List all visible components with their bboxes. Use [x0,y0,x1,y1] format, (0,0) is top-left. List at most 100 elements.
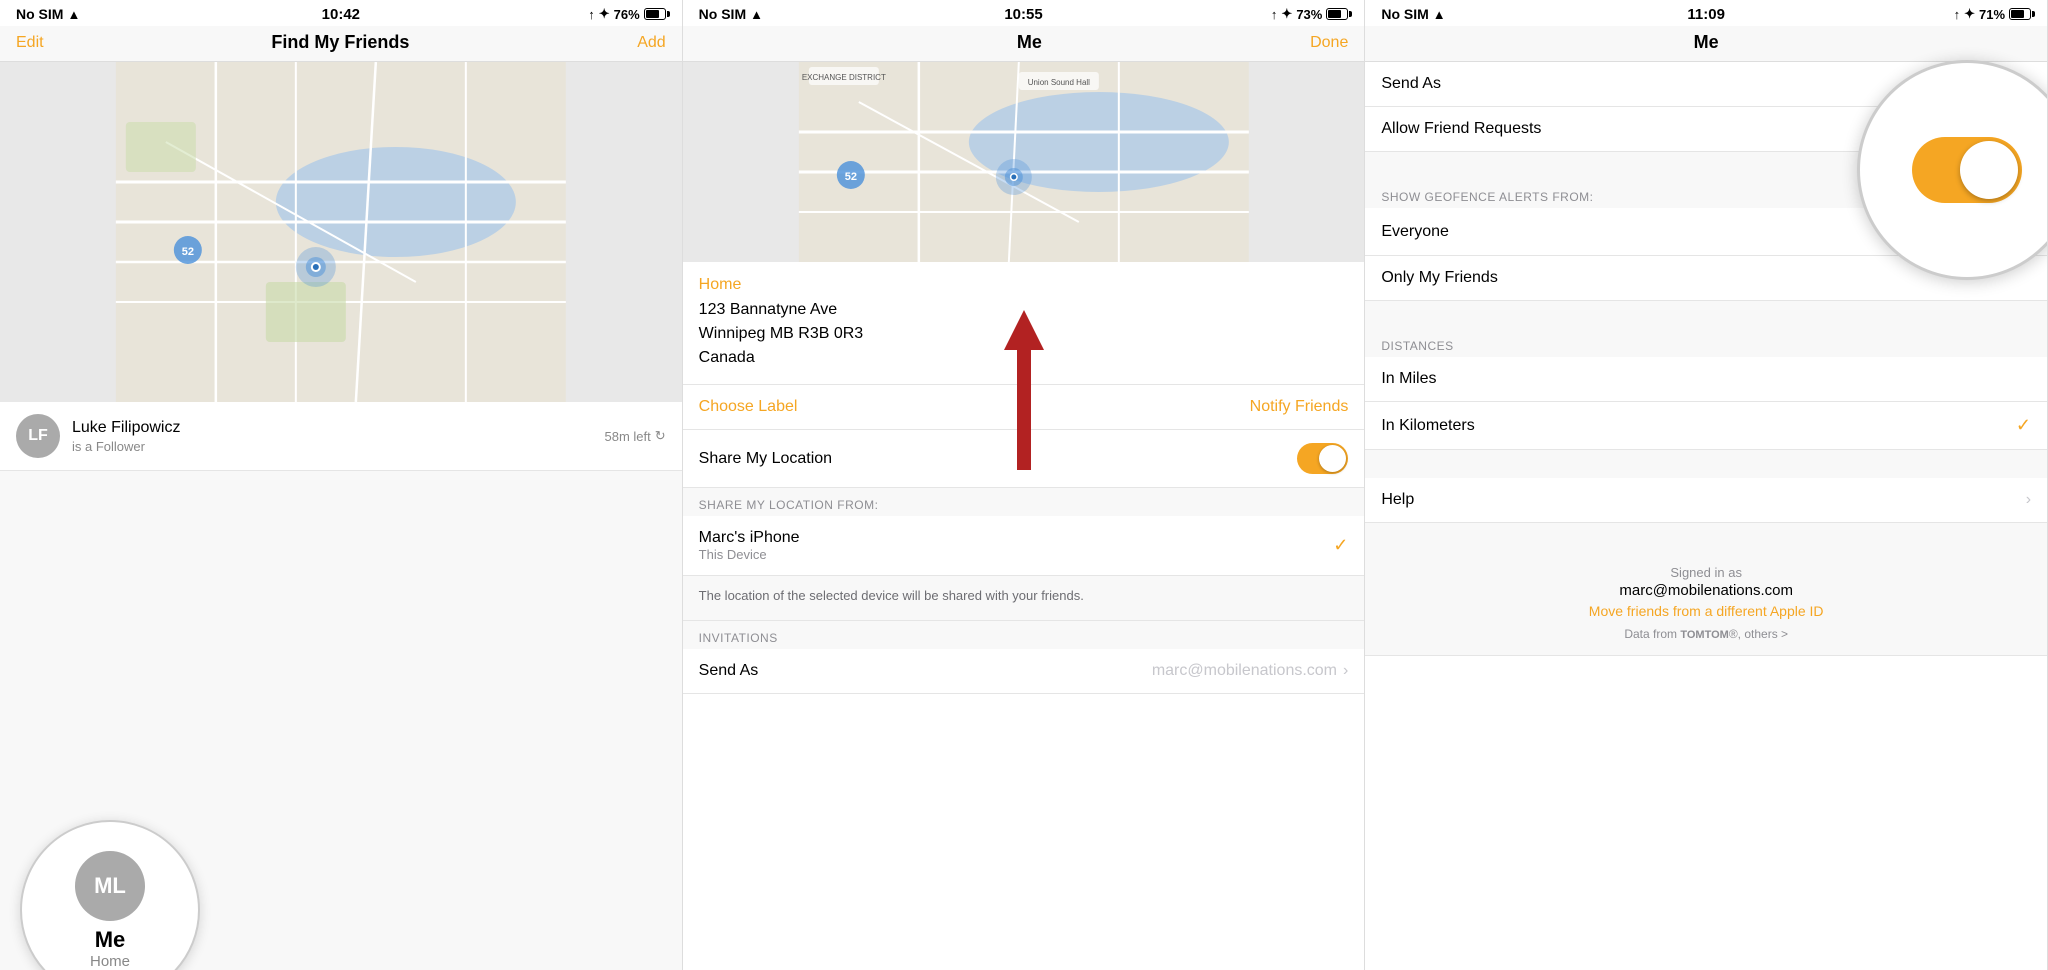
notify-friends-btn[interactable]: Notify Friends [1250,398,1349,416]
in-kilometers-label: In Kilometers [1381,417,2016,435]
battery-pct-2: 73% [1296,7,1322,22]
data-from-label: Data from TomTom®, others > [1381,627,2031,641]
status-right-2: ↑ ✦ 73% [1271,6,1348,22]
move-friends-link[interactable]: Move friends from a different Apple ID [1381,603,2031,619]
battery-pct-3: 71% [1979,7,2005,22]
list-item-luke[interactable]: LF Luke Filipowicz is a Follower 58m lef… [0,402,682,471]
status-left-3: No SIM ▲ [1381,6,1445,22]
in-kilometers-row[interactable]: In Kilometers ✓ [1365,402,2047,450]
battery-icon-3 [2009,8,2031,20]
separator-3 [1365,450,2047,478]
avatar-lf: LF [16,414,60,458]
invitations-header: INVITATIONS [683,621,1365,649]
share-location-toggle[interactable] [1297,443,1348,474]
nav-bar-1: Edit Find My Friends Add [0,26,682,62]
no-sim-label-2: No SIM [699,6,746,22]
svg-text:EXCHANGE DISTRICT: EXCHANGE DISTRICT [802,73,886,82]
contact-name-luke: Luke Filipowicz [72,419,605,437]
me-sub-label: Home [90,953,130,970]
time-2: 10:55 [1004,6,1042,23]
panel3: No SIM ▲ 11:09 ↑ ✦ 71% Me Send As marc@m… [1365,0,2048,970]
page-title-1: Find My Friends [271,32,409,53]
status-bar-3: No SIM ▲ 11:09 ↑ ✦ 71% [1365,0,2047,26]
nav-bar-3: Me [1365,26,2047,62]
status-right-3: ↑ ✦ 71% [1954,6,2031,22]
map-svg-2: 52 EXCHANGE DISTRICT Union Sound Hall [683,62,1365,262]
svg-text:52: 52 [182,246,194,258]
arrow-icon-1: ↑ [588,7,595,22]
help-label: Help [1381,491,2025,509]
edit-button[interactable]: Edit [16,34,44,52]
signed-in-label: Signed in as [1381,565,2031,580]
arrow-icon-3: ↑ [1954,7,1961,22]
toggle-knob [1319,445,1346,472]
bluetooth-icon-3: ✦ [1964,6,1975,22]
share-from-header: SHARE MY LOCATION FROM: [683,488,1365,516]
battery-icon-1 [644,8,666,20]
signed-in-email: marc@mobilenations.com [1381,582,2031,599]
choose-label-btn[interactable]: Choose Label [699,398,1250,416]
send-as-label: Send As [699,662,1152,680]
big-toggle[interactable] [1912,137,2022,203]
marcs-iphone-row[interactable]: Marc's iPhone This Device ✓ [683,516,1365,576]
wifi-icon-3: ▲ [1433,7,1446,22]
separator-2 [1365,301,2047,329]
status-bar-2: No SIM ▲ 10:55 ↑ ✦ 73% [683,0,1365,26]
status-right-1: ↑ ✦ 76% [588,6,665,22]
page-title-3: Me [1694,32,1719,53]
device-sub-label: This Device [699,547,1334,562]
help-row[interactable]: Help › [1365,478,2047,523]
device-name-label: Marc's iPhone [699,529,1334,547]
send-as-value: marc@mobilenations.com [1152,662,1337,680]
in-miles-row[interactable]: In Miles [1365,357,2047,402]
no-sim-label-1: No SIM [16,6,63,22]
status-left-2: No SIM ▲ [699,6,763,22]
contact-sub-luke: is a Follower [72,439,605,454]
bluetooth-icon-2: ✦ [1281,6,1292,22]
add-button[interactable]: Add [637,34,665,52]
signed-in-block: Signed in as marc@mobilenations.com Move… [1365,551,2047,656]
svg-text:52: 52 [844,171,856,183]
svg-text:Union Sound Hall: Union Sound Hall [1027,78,1089,87]
no-sim-label-3: No SIM [1381,6,1428,22]
send-as-row[interactable]: Send As marc@mobilenations.com › [683,649,1365,694]
send-as-label-3: Send As [1381,75,1904,93]
chevron-help: › [2026,491,2031,509]
big-toggle-knob [1960,141,2018,199]
chevron-send-as: › [1343,662,1348,680]
arrow-icon-2: ↑ [1271,7,1278,22]
in-miles-label: In Miles [1381,370,2031,388]
arrow-svg [999,310,1049,470]
list-item-right-luke: 58m left ↻ [605,428,666,444]
wifi-icon-2: ▲ [750,7,763,22]
info-text-block: The location of the selected device will… [683,576,1365,621]
battery-pct-1: 76% [614,7,640,22]
battery-icon-2 [1326,8,1348,20]
wifi-icon-1: ▲ [67,7,80,22]
me-avatar: ML [75,851,145,921]
distances-header: DISTANCES [1365,329,2047,357]
address-label: Home [699,276,1349,294]
done-button[interactable]: Done [1310,34,1348,52]
distance-label-luke: 58m left [605,429,651,444]
panel1: No SIM ▲ 10:42 ↑ ✦ 76% Edit Find My Frie… [0,0,683,970]
map-svg-1: 52 [0,62,682,402]
list-item-info-luke: Luke Filipowicz is a Follower [72,419,605,454]
checkmark-device: ✓ [1333,535,1348,556]
refresh-icon: ↻ [655,428,666,444]
time-3: 11:09 [1687,6,1725,23]
panel2: No SIM ▲ 10:55 ↑ ✦ 73% Me Done [683,0,1366,970]
bluetooth-icon-1: ✦ [599,6,610,22]
tomtom-label: TomTom [1680,629,1728,641]
nav-bar-2: Me Done [683,26,1365,62]
map-area-2[interactable]: 52 EXCHANGE DISTRICT Union Sound Hall [683,62,1365,262]
status-bar-1: No SIM ▲ 10:42 ↑ ✦ 76% [0,0,682,26]
separator-4 [1365,523,2047,551]
me-name-label: Me [95,927,126,953]
page-title-2: Me [1017,32,1042,53]
map-area-1[interactable]: 52 [0,62,682,402]
checkmark-km: ✓ [2016,415,2031,436]
status-left-1: No SIM ▲ [16,6,80,22]
arrow-overlay [999,310,1049,475]
time-1: 10:42 [322,6,360,23]
